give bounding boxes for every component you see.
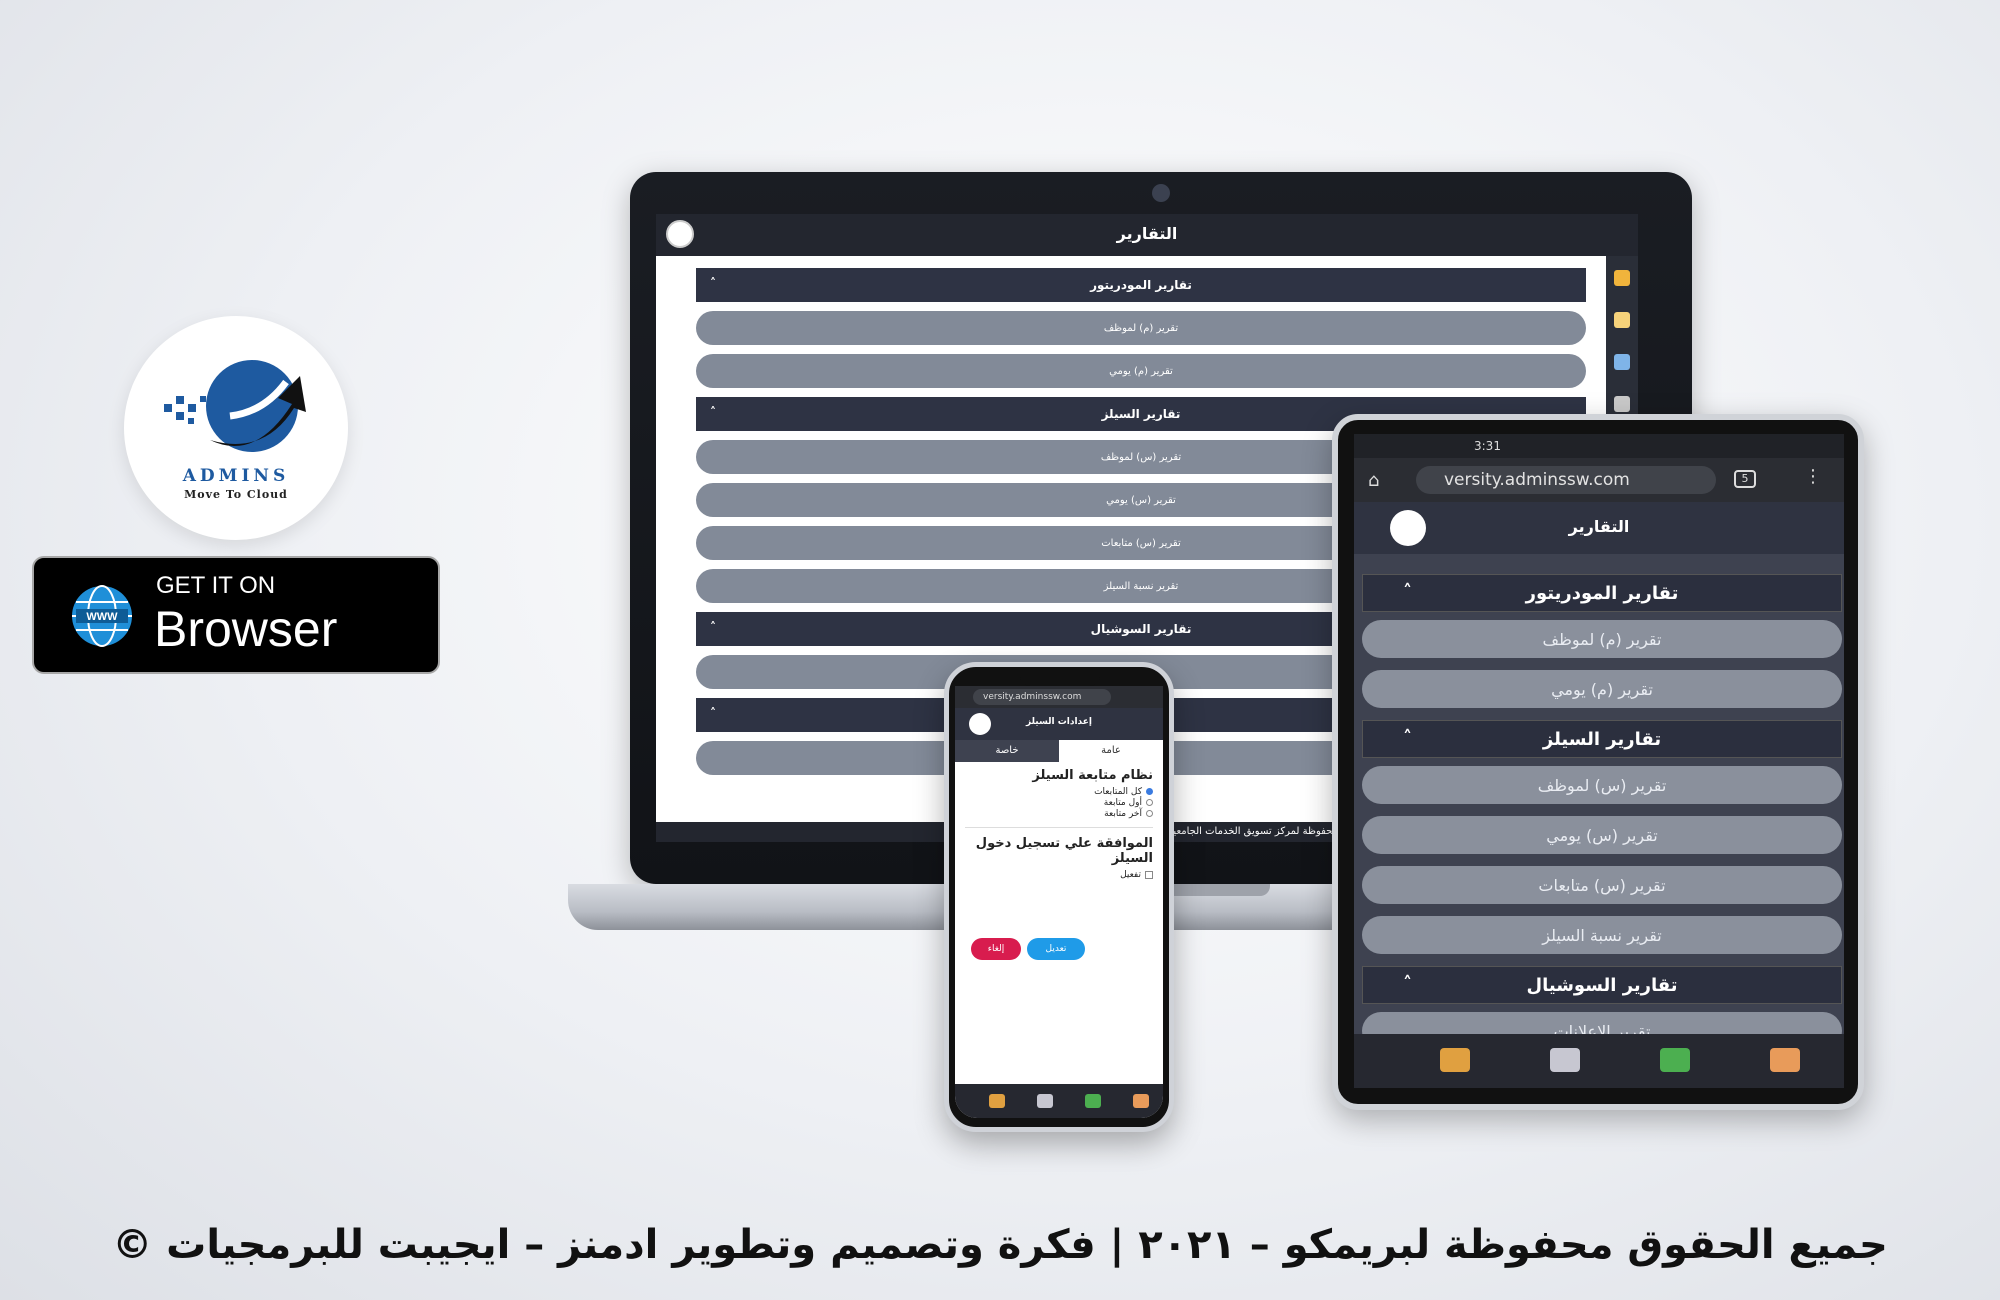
- settings-tabs: خاصة عامة: [955, 740, 1163, 762]
- phone-screen: versity.adminssw.com إعدادات السيلز خاصة…: [955, 686, 1163, 1118]
- bottom-nav: [955, 1084, 1163, 1118]
- chevron-up-icon: ˄: [710, 276, 716, 290]
- chart-icon[interactable]: [1614, 354, 1630, 370]
- laptop-app-header: التقارير: [656, 214, 1638, 256]
- tablet-app-header: التقارير: [1354, 502, 1844, 554]
- form-actions: إلغاء تعديل: [971, 938, 1085, 960]
- cancel-button[interactable]: إلغاء: [971, 938, 1021, 960]
- home-nav-icon[interactable]: [1133, 1094, 1149, 1108]
- section-sales-reports[interactable]: ˄ تقارير السيلز: [1362, 720, 1842, 758]
- report-item[interactable]: تقرير (م) يومي: [1362, 670, 1842, 708]
- report-item[interactable]: تقرير (س) لموظف: [1362, 766, 1842, 804]
- employee-icon[interactable]: [1440, 1048, 1470, 1072]
- login-approval-heading: الموافقة علي تسجيل دخول السيلز: [975, 836, 1153, 866]
- document-icon[interactable]: [1614, 312, 1630, 328]
- settings-form: نظام متابعة السيلز كل المتابعات أول متاب…: [955, 762, 1163, 886]
- tab-general[interactable]: عامة: [1059, 740, 1163, 762]
- browser-bar: ⌂ versity.adminssw.com 5 ⋮: [1354, 458, 1844, 502]
- checkbox-icon[interactable]: [1145, 870, 1153, 879]
- page-title: التقارير: [1116, 224, 1178, 243]
- chevron-up-icon: ˄: [1403, 581, 1412, 602]
- reports-icon[interactable]: [1614, 396, 1630, 412]
- edit-button[interactable]: تعديل: [1027, 938, 1085, 960]
- tab-private[interactable]: خاصة: [955, 740, 1059, 762]
- admins-logo: ADMINS Move To Cloud: [124, 316, 348, 540]
- page-title: إعدادات السيلز: [1026, 717, 1092, 727]
- chevron-up-icon: ˄: [1403, 727, 1412, 748]
- home-nav-icon[interactable]: [1770, 1048, 1800, 1072]
- url-field[interactable]: versity.adminssw.com: [973, 689, 1111, 705]
- globe-icon: WWW: [72, 585, 132, 647]
- notes-icon[interactable]: [1614, 270, 1630, 286]
- divider: [965, 827, 1153, 828]
- status-time: 3:31: [1474, 439, 1501, 453]
- tabs-count-icon[interactable]: 5: [1734, 470, 1756, 488]
- get-it-on-browser-badge[interactable]: WWW GET IT ON Browser: [32, 556, 440, 674]
- money-icon[interactable]: [1660, 1048, 1690, 1072]
- report-item[interactable]: تقرير (م) يومي: [696, 354, 1586, 388]
- browser-bar: versity.adminssw.com: [955, 686, 1163, 708]
- report-item[interactable]: تقرير (س) يومي: [1362, 816, 1842, 854]
- badge-big-text: Browser: [154, 601, 338, 657]
- phone-app-header: إعدادات السيلز: [955, 708, 1163, 740]
- laptop-camera: [1152, 184, 1170, 202]
- badge-small-text: GET IT ON: [156, 572, 276, 599]
- chevron-up-icon: ˄: [710, 706, 716, 720]
- url-field[interactable]: versity.adminssw.com: [1416, 466, 1716, 494]
- radio-option[interactable]: آخر متابعة: [965, 809, 1153, 819]
- money-icon[interactable]: [1085, 1094, 1101, 1108]
- copyright-text: © جميع الحقوق محفوظة لبريمكو – ٢٠٢١ | فك…: [112, 1222, 1888, 1268]
- follow-system-heading: نظام متابعة السيلز: [1032, 768, 1153, 783]
- page-title: التقارير: [1568, 517, 1630, 536]
- section-moderator-reports[interactable]: ˄ تقارير المودريتور: [1362, 574, 1842, 612]
- tablet-screen: 3:31 ⌂ versity.adminssw.com 5 ⋮ التقارير…: [1354, 434, 1844, 1088]
- activate-checkbox[interactable]: تفعيل: [965, 870, 1153, 880]
- report-item[interactable]: تقرير (س) متابعات: [1362, 866, 1842, 904]
- chevron-up-icon: ˄: [710, 620, 716, 634]
- radio-icon[interactable]: [1146, 799, 1153, 806]
- section-moderator-reports[interactable]: ˄ تقارير المودريتور: [696, 268, 1586, 302]
- employee-icon[interactable]: [989, 1094, 1005, 1108]
- reports-list: ˄ تقارير المودريتور تقرير (م) لموظف تقرير…: [1362, 574, 1842, 1062]
- phone-notch: [1020, 670, 1100, 686]
- radio-option[interactable]: كل المتابعات: [965, 787, 1153, 797]
- bottom-nav: [1354, 1034, 1844, 1088]
- radio-icon[interactable]: [1146, 810, 1153, 817]
- report-item[interactable]: تقرير نسبة السيلز: [1362, 916, 1842, 954]
- logo-arrow-icon: [164, 360, 306, 452]
- home-icon[interactable]: ⌂: [1368, 470, 1379, 491]
- report-item[interactable]: تقرير (م) لموظف: [1362, 620, 1842, 658]
- radio-option[interactable]: أول متابعة: [965, 798, 1153, 808]
- calendar-icon[interactable]: [1037, 1094, 1053, 1108]
- status-bar: 3:31: [1354, 434, 1844, 458]
- kebab-menu-icon[interactable]: ⋮: [1804, 466, 1822, 487]
- logo-wordmark: ADMINS: [182, 466, 290, 486]
- section-social-reports[interactable]: ˄ تقارير السوشيال: [1362, 966, 1842, 1004]
- chevron-up-icon: ˄: [1403, 973, 1412, 994]
- chevron-up-icon: ˄: [710, 405, 716, 419]
- globe-www-text: WWW: [86, 611, 118, 623]
- calendar-icon[interactable]: [1550, 1048, 1580, 1072]
- radio-selected-icon[interactable]: [1146, 788, 1153, 795]
- report-item[interactable]: تقرير (م) لموظف: [696, 311, 1586, 345]
- logo-tagline: Move To Cloud: [184, 488, 288, 501]
